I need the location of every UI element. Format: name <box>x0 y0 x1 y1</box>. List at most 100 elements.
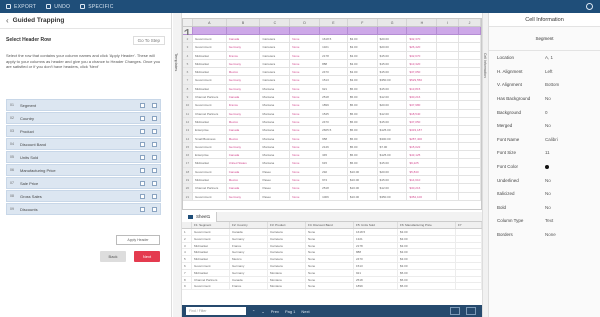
grid-cell[interactable] <box>459 176 481 184</box>
grid-cell[interactable]: Government <box>193 192 227 200</box>
apply-header-button[interactable]: Apply Header <box>116 235 160 245</box>
undo-button[interactable]: UNDO <box>46 4 70 10</box>
grid-cell[interactable]: Midmarket <box>193 51 227 59</box>
grid-cell[interactable]: Midmarket <box>193 84 227 93</box>
table-row[interactable]: 20 Channel Partners Canada Paseo None 2518 $10… <box>183 184 481 193</box>
grid-cell[interactable] <box>437 134 460 142</box>
grid-cell[interactable] <box>437 126 460 134</box>
grid-cell[interactable] <box>437 142 460 151</box>
grid-cell[interactable]: 2 <box>183 35 193 43</box>
grid-cell[interactable]: $350.00 <box>378 192 408 200</box>
grid-cell[interactable]: 2178 <box>320 51 348 59</box>
table-row[interactable]: 17 Midmarket United States Montana None 615 $5… <box>183 159 481 168</box>
grid-cell[interactable]: Germany <box>227 109 261 117</box>
grid-cell[interactable]: $18,540 <box>407 109 438 117</box>
grid-cell[interactable]: None <box>290 184 321 192</box>
find-input[interactable]: Find / Filter <box>186 307 246 315</box>
grid-cell[interactable]: $32,370 <box>407 35 438 43</box>
grid-cell[interactable] <box>459 84 481 93</box>
grid-cell[interactable] <box>459 117 481 126</box>
grid-cell[interactable]: $350.00 <box>378 76 408 84</box>
grid-cell[interactable]: 615 <box>320 159 348 167</box>
grid-cell[interactable]: $15,022 <box>407 142 438 151</box>
preview-row[interactable]: 5 Midmarket Mexico Carretera None 2470 $3.00 <box>182 256 482 263</box>
export-button[interactable]: EXPORT <box>6 4 36 10</box>
grid-cell[interactable]: 292 <box>320 167 348 176</box>
edit-icon[interactable] <box>140 167 145 173</box>
grid-cell[interactable]: Government <box>193 35 227 43</box>
grid-cell[interactable]: Carretera <box>260 59 291 68</box>
grid-cell[interactable]: Paseo <box>260 167 291 176</box>
grid-cell[interactable]: None <box>290 176 321 184</box>
grid-cell[interactable]: $26,420 <box>407 43 438 51</box>
edit-icon[interactable] <box>140 102 145 108</box>
grid-cell[interactable]: 9 <box>183 93 193 101</box>
grid-cell[interactable]: $3.00 <box>348 51 378 59</box>
grid-cell[interactable]: None <box>290 151 321 159</box>
grid-cell[interactable]: Midmarket <box>193 117 227 126</box>
header-cell[interactable] <box>348 27 378 34</box>
grid-cell[interactable] <box>459 151 481 159</box>
header-row-item[interactable]: 09 Discounts <box>6 203 161 215</box>
grid-cell[interactable]: Channel Partners <box>193 109 227 117</box>
next-page-button[interactable]: Next <box>301 309 309 314</box>
grid-cell[interactable]: $15.00 <box>378 68 408 76</box>
grid-cell[interactable]: Canada <box>227 93 261 101</box>
edit-icon[interactable] <box>140 180 145 186</box>
grid-cell[interactable] <box>459 142 481 151</box>
grid-cell[interactable]: $3.00 <box>348 35 378 43</box>
grid-cell[interactable]: $3.00 <box>348 68 378 76</box>
grid-cell[interactable]: 14 <box>183 134 193 142</box>
header-row-item[interactable]: 02 Country <box>6 112 161 124</box>
grid-cell[interactable]: $20.00 <box>378 101 408 109</box>
grid-cell[interactable]: $14,610 <box>407 176 438 184</box>
grid-cell[interactable]: $5.00 <box>348 117 378 126</box>
grid-cell[interactable] <box>459 126 481 134</box>
preview-column-header[interactable] <box>182 222 192 228</box>
grid-cell[interactable] <box>459 59 481 68</box>
grid-cell[interactable]: Government <box>193 101 227 109</box>
table-row[interactable]: 7 Government Germany Carretera None 1513 $3.00… <box>183 76 481 85</box>
grid-cell[interactable]: Montana <box>260 159 291 167</box>
grid-cell[interactable]: Midmarket <box>193 159 227 167</box>
grid-cell[interactable]: Mexico <box>227 134 261 142</box>
grid-cell[interactable]: $5.00 <box>348 126 378 134</box>
grid-cell[interactable]: Canada <box>227 151 261 159</box>
table-row[interactable]: 10 Government France Montana None 1899 $5.00 $2… <box>183 101 481 110</box>
preview-column-header[interactable]: F6: Manufacturing Price <box>398 222 456 228</box>
grid-cell[interactable]: None <box>290 93 321 101</box>
header-cell[interactable] <box>260 27 291 34</box>
edit-icon[interactable] <box>140 154 145 160</box>
go-to-step-select[interactable]: Go To Step <box>132 35 165 45</box>
grid-cell[interactable]: $3.00 <box>348 59 378 68</box>
header-cell[interactable] <box>378 27 408 34</box>
grid-cell[interactable]: 15 <box>183 142 193 151</box>
grid-cell[interactable]: Small Business <box>193 134 227 142</box>
grid-cell[interactable]: $333,187 <box>407 126 438 134</box>
grid-cell[interactable]: 888 <box>320 59 348 68</box>
grid-cell[interactable]: 1545 <box>320 109 348 117</box>
table-row[interactable]: 5 Midmarket Germany Carretera None 888 $3.00 $1… <box>183 59 481 69</box>
grid-cell[interactable]: 2146 <box>320 142 348 151</box>
grid-cell[interactable]: 7 <box>183 76 193 84</box>
grid-cell[interactable]: Montana <box>260 109 291 117</box>
table-row[interactable]: 11 Channel Partners Germany Montana None 1545… <box>183 109 481 118</box>
table-row[interactable]: 19 Midmarket Mexico Paseo None 974 $10.00 $15.0… <box>183 176 481 185</box>
grid-cell[interactable]: Midmarket <box>193 68 227 76</box>
grid-cell[interactable]: None <box>290 142 321 151</box>
grid-cell[interactable]: 4 <box>183 51 193 59</box>
grid-cell[interactable]: 1618.5 <box>320 35 348 43</box>
grid-cell[interactable]: None <box>290 35 321 43</box>
options-icon[interactable] <box>152 167 157 173</box>
grid-cell[interactable]: Carretera <box>260 51 291 59</box>
options-icon[interactable] <box>152 193 157 199</box>
grid-cell[interactable] <box>459 167 481 176</box>
grid-cell[interactable]: 21 <box>183 192 193 200</box>
header-row-item[interactable]: 07 Sale Price <box>6 177 161 189</box>
grid-cell[interactable]: $15.00 <box>378 59 408 68</box>
header-row-item[interactable]: 08 Gross Sales <box>6 190 161 202</box>
grid-cell[interactable] <box>459 76 481 84</box>
grid-cell[interactable]: Germany <box>227 142 261 151</box>
grid-cell[interactable]: Montana <box>260 101 291 109</box>
grid-cell[interactable]: $15.00 <box>378 159 408 167</box>
